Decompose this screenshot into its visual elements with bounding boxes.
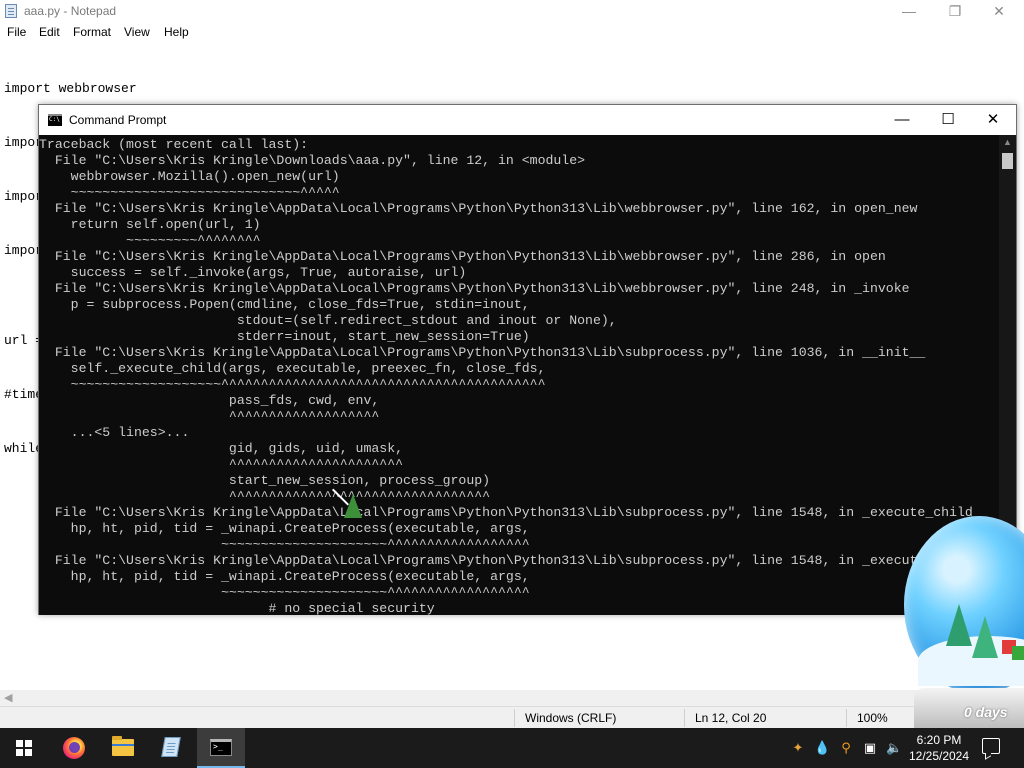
- scroll-up-icon[interactable]: ▲: [1003, 137, 1012, 147]
- windows-logo-icon: [16, 740, 32, 756]
- console-line: return self.open(url, 1): [39, 217, 261, 232]
- console-line: success = self._invoke(args, True, autor…: [39, 265, 467, 280]
- days-countdown: 0 days: [964, 704, 1008, 720]
- console-line: Traceback (most recent call last):: [39, 137, 309, 152]
- console-line: File "C:\Users\Kris Kringle\Downloads\aa…: [39, 153, 586, 168]
- console-line: ~~~~~~~~~~~~~~~~~~~~~^^^^^^^^^^^^^^^^^^: [39, 537, 530, 552]
- notepad-close-button[interactable]: ✕: [976, 0, 1022, 22]
- console-line: p = subprocess.Popen(cmdline, close_fds=…: [39, 297, 530, 312]
- status-separator: [846, 709, 847, 727]
- status-line-ending: Windows (CRLF): [525, 711, 617, 725]
- console-line: hp, ht, pid, tid = _winapi.CreateProcess…: [39, 521, 530, 536]
- notepad-maximize-button[interactable]: ❐: [932, 0, 978, 22]
- cmd-app-icon: [48, 114, 62, 126]
- status-cursor-position: Ln 12, Col 20: [695, 711, 767, 725]
- notepad-minimize-button[interactable]: —: [886, 0, 932, 22]
- clock-time: 6:20 PM: [916, 733, 962, 747]
- globe-tree-icon: [972, 616, 998, 658]
- console-line: File "C:\Users\Kris Kringle\AppData\Loca…: [39, 553, 973, 568]
- console-line: pass_fds, cwd, env,: [39, 393, 380, 408]
- console-line: ^^^^^^^^^^^^^^^^^^^^^^: [39, 457, 404, 472]
- console-line: webbrowser.Mozilla().open_new(url): [39, 169, 340, 184]
- console-line: ~~~~~~~~~~~~~~~~~~~^^^^^^^^^^^^^^^^^^^^^…: [39, 377, 546, 392]
- clock-date: 12/25/2024: [908, 749, 970, 763]
- tray-volume-icon[interactable]: 🔈: [886, 740, 902, 756]
- menu-help[interactable]: Help: [164, 25, 189, 39]
- notepad-title: aaa.py - Notepad: [24, 4, 117, 18]
- menu-format[interactable]: Format: [73, 25, 111, 39]
- taskbar-command-prompt[interactable]: [197, 728, 245, 768]
- console-line: stderr=inout, start_new_session=True): [39, 329, 530, 344]
- tray-search-icon[interactable]: ⚲: [838, 740, 854, 756]
- console-line: ~~~~~~~~~~~~~~~~~~~~~^^^^^^^^^^^^^^^^^^: [39, 585, 530, 600]
- status-zoom: 100%: [857, 711, 888, 725]
- traceback-output: Traceback (most recent call last): File …: [39, 137, 973, 615]
- taskbar-firefox[interactable]: [50, 728, 98, 768]
- console-line: ^^^^^^^^^^^^^^^^^^^^^^^^^^^^^^^^^: [39, 489, 491, 504]
- notification-center-icon[interactable]: [982, 738, 1000, 754]
- console-line: # no special security: [39, 601, 435, 615]
- console-line: ~~~~~~~~~^^^^^^^^: [39, 233, 261, 248]
- notepad-horizontal-scrollbar[interactable]: ◀: [0, 690, 1004, 706]
- console-line: ^^^^^^^^^^^^^^^^^^^: [39, 409, 380, 424]
- tray-drop-icon[interactable]: 💧: [814, 740, 830, 756]
- console-line: ~~~~~~~~~~~~~~~~~~~~~~~~~~~~~^^^^^: [39, 185, 340, 200]
- console-line: File "C:\Users\Kris Kringle\AppData\Loca…: [39, 345, 926, 360]
- console-line: start_new_session, process_group): [39, 473, 491, 488]
- command-prompt-window: Command Prompt — ☐ ✕ Traceback (most rec…: [38, 104, 1017, 615]
- cmd-minimize-button[interactable]: —: [879, 105, 925, 135]
- scroll-thumb[interactable]: [1002, 153, 1013, 169]
- command-prompt-icon: [210, 739, 232, 756]
- notepad-app-icon: [5, 4, 17, 18]
- console-line: File "C:\Users\Kris Kringle\AppData\Loca…: [39, 201, 918, 216]
- console-line: stdout=(self.redirect_stdout and inout o…: [39, 313, 617, 328]
- taskbar-file-explorer[interactable]: [99, 728, 147, 768]
- taskbar-notepad[interactable]: [148, 728, 196, 768]
- console-line: ...<5 lines>...: [39, 425, 190, 440]
- tray-network-icon[interactable]: ▣: [862, 740, 878, 756]
- console-line: hp, ht, pid, tid = _winapi.CreateProcess…: [39, 569, 530, 584]
- notepad-icon: [161, 737, 181, 757]
- notepad-status-bar: Windows (CRLF) Ln 12, Col 20 100%: [0, 706, 1024, 728]
- console-line: self._execute_child(args, executable, pr…: [39, 361, 546, 376]
- menu-edit[interactable]: Edit: [39, 25, 60, 39]
- folder-icon: [112, 736, 134, 756]
- menu-file[interactable]: File: [7, 25, 26, 39]
- cmd-title: Command Prompt: [69, 113, 167, 127]
- cmd-close-button[interactable]: ✕: [970, 105, 1016, 135]
- firefox-icon: [63, 737, 85, 759]
- cmd-title-bar[interactable]: Command Prompt — ☐ ✕: [39, 105, 1016, 135]
- notepad-menu-bar: File Edit Format View Help: [0, 22, 1024, 42]
- taskbar-clock[interactable]: 6:20 PM 12/25/2024: [906, 732, 972, 764]
- cmd-maximize-button[interactable]: ☐: [925, 105, 971, 135]
- scroll-left-icon[interactable]: ◀: [4, 691, 12, 704]
- console-line: File "C:\Users\Kris Kringle\AppData\Loca…: [39, 281, 910, 296]
- christmas-tree-icon: [344, 494, 362, 518]
- taskbar: ✦ 💧 ⚲ ▣ 🔈: [0, 728, 1024, 768]
- gift-icon: [1012, 646, 1024, 660]
- console-line: File "C:\Users\Kris Kringle\AppData\Loca…: [39, 249, 886, 264]
- console-line: gid, gids, uid, umask,: [39, 441, 404, 456]
- start-button[interactable]: [0, 728, 48, 768]
- code-line: import webbrowser: [4, 81, 137, 96]
- cmd-console-output[interactable]: Traceback (most recent call last): File …: [39, 135, 999, 615]
- status-separator: [684, 709, 685, 727]
- globe-tree-icon: [946, 604, 972, 646]
- console-line: File "C:\Users\Kris Kringle\AppData\Loca…: [39, 505, 973, 520]
- notepad-title-bar[interactable]: aaa.py - Notepad — ❐ ✕: [0, 0, 1024, 22]
- status-separator: [514, 709, 515, 727]
- tray-people-icon[interactable]: ✦: [790, 740, 806, 756]
- snow-globe-widget[interactable]: 0 days: [900, 516, 1024, 728]
- menu-view[interactable]: View: [124, 25, 150, 39]
